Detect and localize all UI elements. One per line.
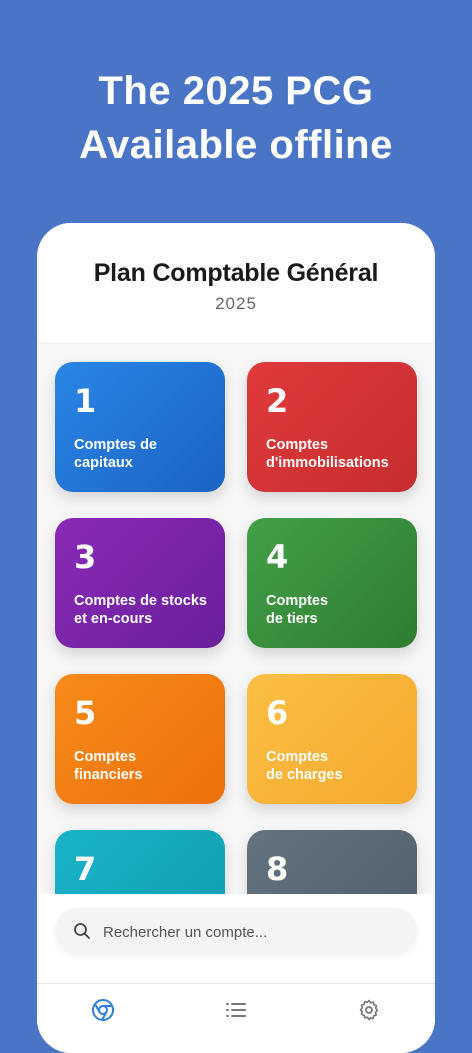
class-label: Comptes d'immobilisations bbox=[266, 437, 389, 471]
class-card-1[interactable]: 1 Comptes de capitaux bbox=[55, 362, 225, 492]
class-number: 3 bbox=[74, 538, 97, 576]
class-card-7[interactable]: 7 bbox=[55, 830, 225, 894]
class-label: Comptes de charges bbox=[266, 749, 343, 783]
class-number: 4 bbox=[266, 538, 289, 576]
class-number: 5 bbox=[74, 694, 97, 732]
gear-icon[interactable] bbox=[357, 998, 381, 1022]
headline-line-2: Available offline bbox=[79, 123, 393, 167]
search-area bbox=[37, 894, 435, 984]
class-grid: 1 Comptes de capitaux 2 Comptes d'immobi… bbox=[37, 344, 435, 894]
list-icon[interactable] bbox=[224, 998, 248, 1022]
class-card-4[interactable]: 4 Comptes de tiers bbox=[247, 518, 417, 648]
class-number: 6 bbox=[266, 694, 289, 732]
headline-line-1: The 2025 PCG bbox=[98, 69, 374, 113]
class-number: 1 bbox=[74, 382, 97, 420]
class-label: Comptes de stocks et en-cours bbox=[74, 593, 207, 627]
app-title: Plan Comptable Général bbox=[93, 259, 379, 287]
class-card-3[interactable]: 3 Comptes de stocks et en-cours bbox=[55, 518, 225, 648]
chrome-circle-icon[interactable] bbox=[91, 998, 115, 1022]
class-card-5[interactable]: 5 Comptes financiers bbox=[55, 674, 225, 804]
app-header: Plan Comptable Général 2025 bbox=[37, 223, 435, 344]
class-card-2[interactable]: 2 Comptes d'immobilisations bbox=[247, 362, 417, 492]
class-label: Comptes de tiers bbox=[266, 593, 329, 627]
search-input[interactable] bbox=[101, 908, 405, 956]
app-year: 2025 bbox=[215, 294, 257, 313]
class-label: Comptes de capitaux bbox=[74, 437, 157, 471]
phone-screen: Plan Comptable Général 2025 1 Comptes de… bbox=[37, 223, 435, 1053]
class-label: Comptes financiers bbox=[74, 749, 143, 783]
class-number: 2 bbox=[266, 382, 289, 420]
class-number: 7 bbox=[74, 850, 97, 888]
promo-headline: The 2025 PCG Available offline bbox=[0, 64, 472, 172]
search-icon bbox=[74, 923, 90, 939]
class-number: 8 bbox=[266, 850, 289, 888]
tab-bar bbox=[37, 983, 435, 1053]
class-card-6[interactable]: 6 Comptes de charges bbox=[247, 674, 417, 804]
search-box[interactable] bbox=[55, 908, 417, 956]
class-card-8[interactable]: 8 bbox=[247, 830, 417, 894]
